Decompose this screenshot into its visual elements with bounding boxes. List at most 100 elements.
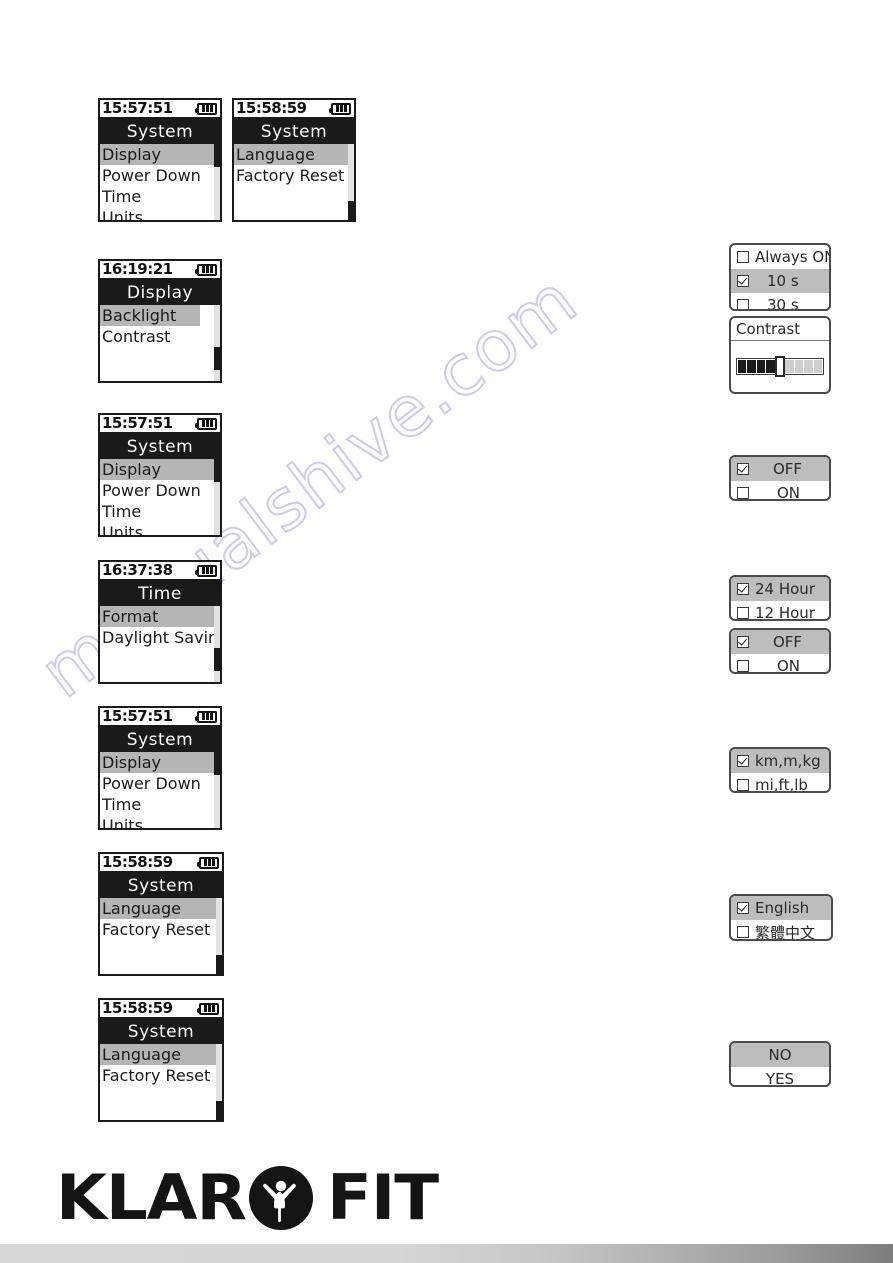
- option-label: YES: [765, 1070, 795, 1087]
- option-off[interactable]: OFF: [731, 457, 829, 481]
- status-bar: 16:19:21: [100, 261, 220, 280]
- menu-item-label: Backlight: [102, 306, 177, 325]
- menu-item-time[interactable]: Time: [100, 794, 220, 815]
- menu-item-language[interactable]: Language: [100, 1044, 222, 1065]
- screen-title: System: [100, 873, 222, 898]
- option-label: 24 Hour: [755, 580, 815, 598]
- option-label: OFF: [773, 460, 803, 478]
- checkbox-checked-icon[interactable]: [737, 583, 749, 595]
- scrollbar-thumb[interactable]: [214, 459, 220, 482]
- checkbox-unchecked-icon[interactable]: [737, 607, 749, 619]
- screen-title: System: [100, 727, 220, 752]
- scrollbar-thumb[interactable]: [216, 955, 222, 974]
- menu-item-factory-reset[interactable]: Factory Reset: [100, 919, 222, 940]
- clock-label: 15:57:51: [102, 707, 173, 725]
- scrollbar-thumb[interactable]: [348, 201, 354, 220]
- menu-item-label: Power Down: [102, 481, 201, 500]
- menu-item-units[interactable]: Units: [100, 207, 220, 222]
- menu-item-label: Units: [102, 816, 143, 830]
- scrollbar[interactable]: [216, 1044, 222, 1120]
- menu-item-label: Units: [102, 208, 143, 222]
- option-on[interactable]: ON: [731, 654, 829, 672]
- clock-label: 15:58:59: [236, 99, 307, 117]
- scrollbar-thumb[interactable]: [214, 752, 220, 775]
- menu-item-power-down[interactable]: Power Down: [100, 773, 220, 794]
- option-label: km,m,kg: [755, 752, 821, 770]
- checkbox-checked-icon[interactable]: [737, 636, 749, 648]
- option-always-on[interactable]: Always ON: [731, 245, 829, 269]
- factory-reset-options-box: NO YES: [729, 1041, 831, 1087]
- checkbox-unchecked-icon[interactable]: [737, 251, 749, 263]
- screen-title: System: [100, 119, 220, 144]
- option-yes[interactable]: YES: [731, 1067, 829, 1087]
- checkbox-unchecked-icon[interactable]: [737, 660, 749, 672]
- option-12-hour[interactable]: 12 Hour: [731, 601, 829, 619]
- status-bar: 16:37:38: [100, 562, 220, 581]
- menu-item-contrast[interactable]: Contrast: [100, 326, 220, 347]
- menu-item-label: Contrast: [102, 327, 171, 346]
- checkbox-checked-icon[interactable]: [737, 275, 749, 287]
- menu-item-power-down[interactable]: Power Down: [100, 480, 220, 501]
- menu-list: Language Factory Reset: [100, 1044, 222, 1120]
- option-english[interactable]: English: [731, 896, 831, 920]
- menu-list: Language Factory Reset: [234, 144, 354, 220]
- menu-item-display[interactable]: Display: [100, 459, 220, 480]
- power-down-options-box: OFF ON: [729, 455, 831, 501]
- status-bar: 15:58:59: [100, 1000, 222, 1019]
- slider-handle[interactable]: [775, 356, 785, 377]
- screen-title: System: [100, 434, 220, 459]
- menu-item-time[interactable]: Time: [100, 186, 220, 207]
- menu-item-backlight[interactable]: Backlight: [100, 305, 200, 326]
- menu-item-power-down[interactable]: Power Down: [100, 165, 220, 186]
- menu-item-units[interactable]: Units: [100, 522, 220, 535]
- scrollbar[interactable]: [216, 898, 222, 974]
- option-no[interactable]: NO: [731, 1043, 829, 1067]
- clock-label: 16:37:38: [102, 561, 173, 579]
- menu-item-factory-reset[interactable]: Factory Reset: [234, 165, 354, 186]
- device-screen-system-6: 15:58:59 System Language Factory Reset: [98, 998, 224, 1122]
- option-30-s[interactable]: 30 s: [731, 293, 829, 309]
- checkbox-checked-icon[interactable]: [737, 463, 749, 475]
- scrollbar-thumb[interactable]: [216, 1101, 222, 1120]
- scrollbar[interactable]: [214, 305, 220, 381]
- menu-item-format[interactable]: Format: [100, 606, 220, 627]
- option-metric[interactable]: km,m,kg: [731, 749, 829, 773]
- backlight-options-box: Always ON 10 s 30 s: [729, 243, 831, 311]
- checkbox-checked-icon[interactable]: [737, 755, 749, 767]
- scrollbar-thumb[interactable]: [214, 648, 220, 671]
- menu-item-display[interactable]: Display: [100, 752, 220, 773]
- status-bar: 15:58:59: [234, 100, 354, 119]
- checkbox-unchecked-icon[interactable]: [737, 487, 749, 499]
- checkbox-unchecked-icon[interactable]: [737, 926, 749, 938]
- option-on[interactable]: ON: [731, 481, 829, 499]
- device-screen-time: 16:37:38 Time Format Daylight Saving: [98, 560, 222, 684]
- scrollbar[interactable]: [214, 144, 220, 220]
- menu-item-units[interactable]: Units: [100, 815, 220, 830]
- menu-item-language[interactable]: Language: [100, 898, 222, 919]
- scrollbar[interactable]: [214, 606, 220, 682]
- logo-word-klar: KLAR: [56, 1161, 247, 1234]
- checkbox-unchecked-icon[interactable]: [737, 779, 749, 791]
- scrollbar-thumb[interactable]: [214, 347, 220, 370]
- battery-icon: [195, 263, 217, 276]
- scrollbar[interactable]: [348, 144, 354, 220]
- scrollbar-thumb[interactable]: [214, 144, 220, 167]
- checkbox-unchecked-icon[interactable]: [737, 299, 749, 309]
- scrollbar[interactable]: [214, 459, 220, 535]
- menu-item-factory-reset[interactable]: Factory Reset: [100, 1065, 222, 1086]
- option-24-hour[interactable]: 24 Hour: [731, 577, 829, 601]
- option-traditional-chinese[interactable]: 繁體中文: [731, 920, 831, 939]
- option-off[interactable]: OFF: [731, 630, 829, 654]
- menu-item-daylight-saving[interactable]: Daylight Saving: [100, 627, 220, 648]
- option-10-s[interactable]: 10 s: [731, 269, 829, 293]
- scrollbar[interactable]: [214, 752, 220, 828]
- contrast-slider[interactable]: [736, 356, 824, 377]
- menu-item-time[interactable]: Time: [100, 501, 220, 522]
- menu-list: Display Power Down Time Units: [100, 459, 220, 535]
- menu-item-language[interactable]: Language: [234, 144, 354, 165]
- menu-item-label: Daylight Saving: [102, 628, 222, 647]
- menu-item-display[interactable]: Display: [100, 144, 220, 165]
- option-label: mi,ft,lb: [755, 776, 808, 793]
- checkbox-checked-icon[interactable]: [737, 902, 749, 914]
- option-imperial[interactable]: mi,ft,lb: [731, 773, 829, 793]
